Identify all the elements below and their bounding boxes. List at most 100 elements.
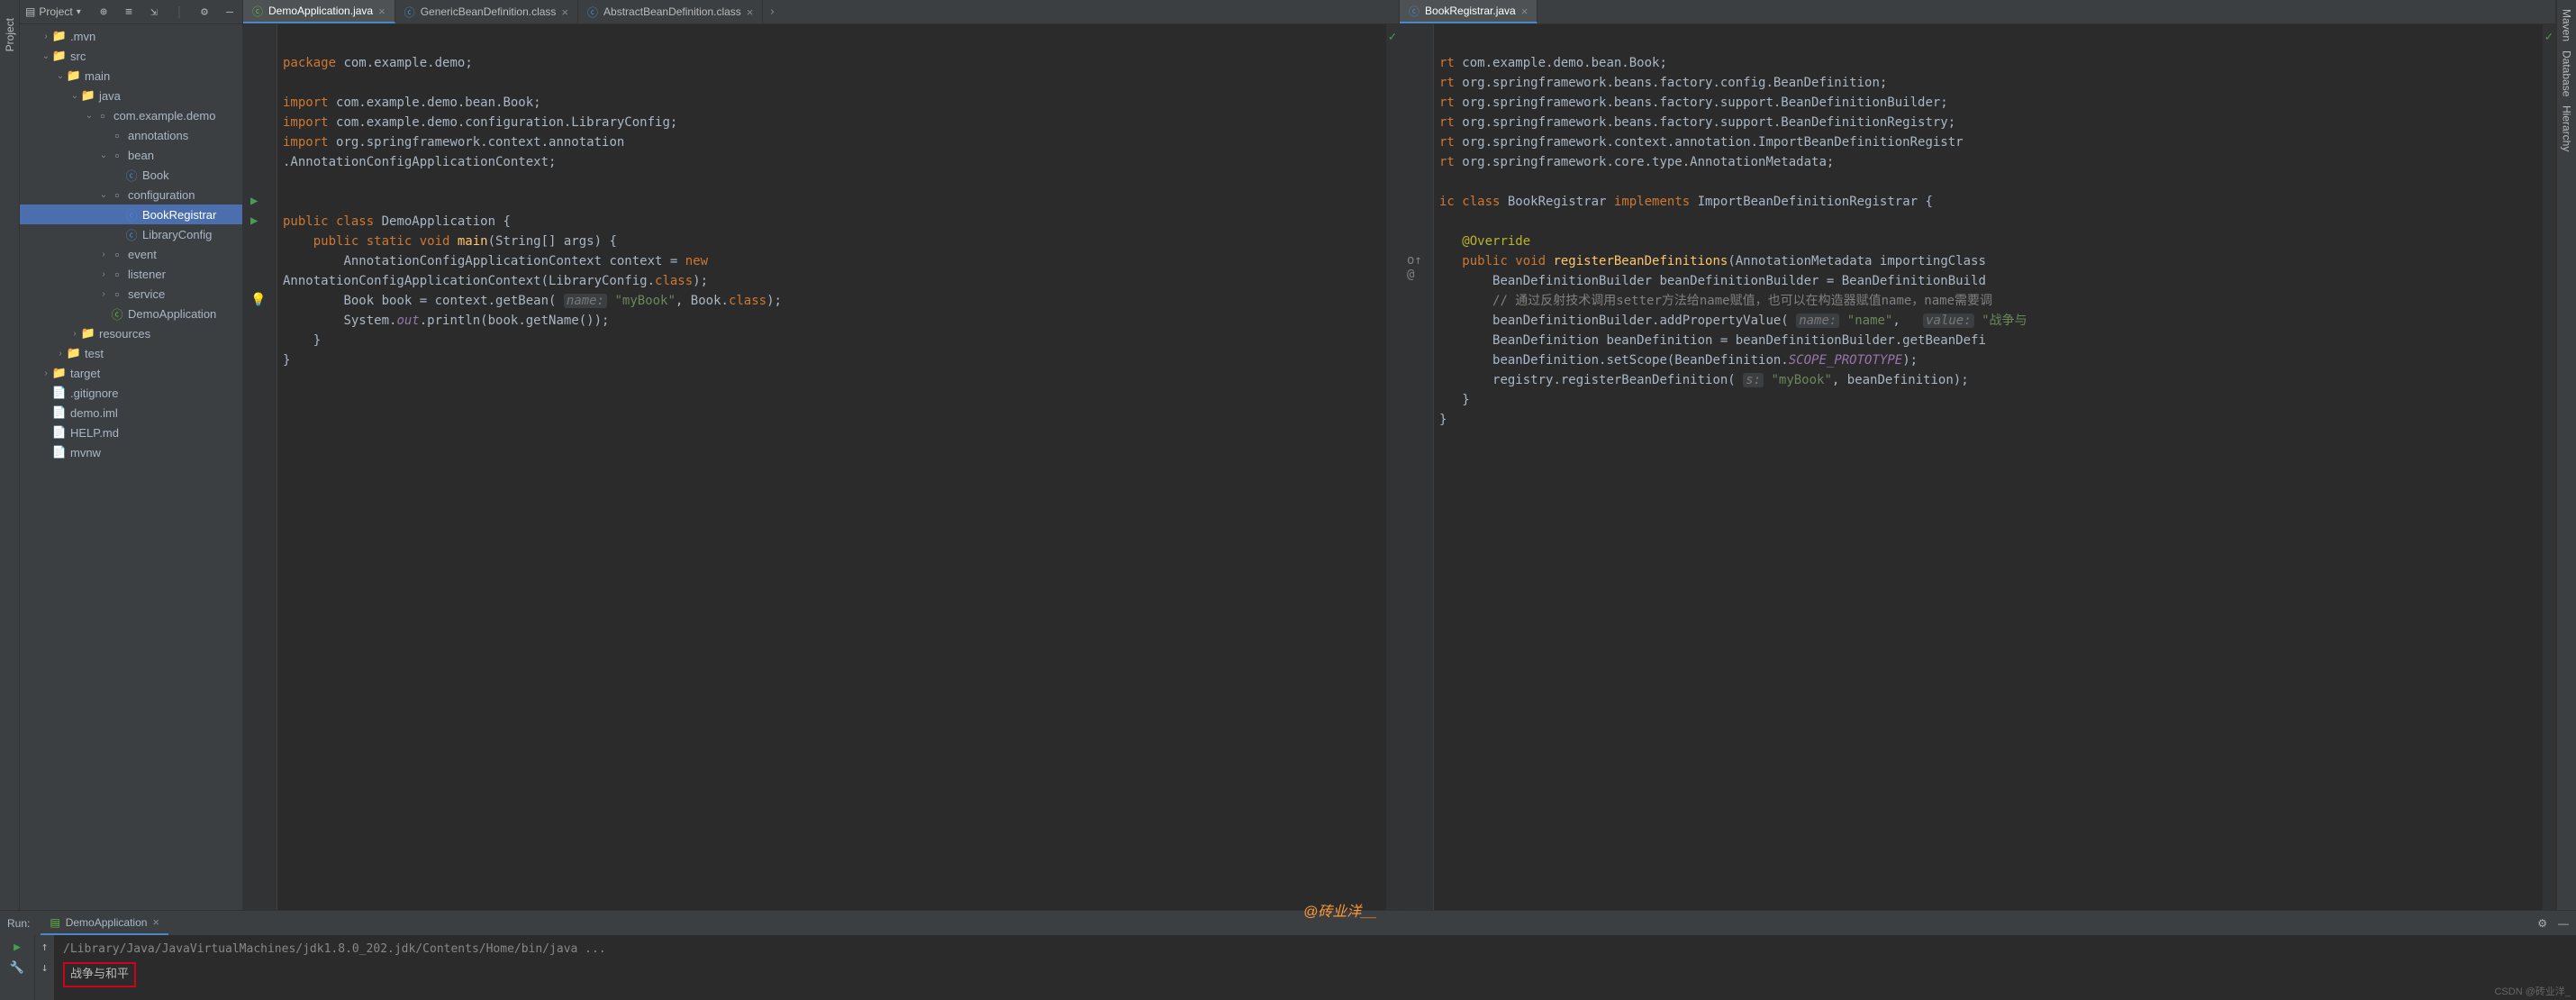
editor-tab-bookregistrar-java[interactable]: ⓒBookRegistrar.java× <box>1400 0 1537 23</box>
gutter-mark-icon[interactable]: o↑ @ <box>1407 253 1433 282</box>
class-icon: ⓒ <box>124 168 139 182</box>
tree-arrow-icon[interactable]: ⌄ <box>83 111 95 121</box>
editor-right-scrollbar[interactable]: ✓ <box>2543 24 2555 910</box>
tree-arrow-icon[interactable]: › <box>40 32 52 41</box>
run-header: Run: ▤ DemoApplication × ⚙ — <box>0 911 2576 935</box>
close-icon[interactable]: × <box>378 5 385 18</box>
editor-right-gutter[interactable]: o↑ @ <box>1400 24 1434 910</box>
gutter-mark-icon[interactable]: ▶ <box>250 194 258 208</box>
class-icon: ⓒ <box>124 207 139 222</box>
tree-item-libraryconfig[interactable]: ⓒLibraryConfig <box>20 224 242 244</box>
class-run-icon: ⓒ <box>252 4 263 19</box>
hide-icon[interactable]: — <box>222 5 237 19</box>
tree-item-bookregistrar[interactable]: ⓒBookRegistrar <box>20 205 242 224</box>
tree-item-annotations[interactable]: ▫annotations <box>20 125 242 145</box>
left-rail-project-label[interactable]: Project <box>4 18 16 51</box>
close-icon[interactable]: × <box>747 5 754 19</box>
tree-arrow-icon[interactable]: › <box>40 368 52 378</box>
collapse-all-icon[interactable]: ⇲ <box>147 5 161 19</box>
tree-item-label: HELP.md <box>70 426 119 440</box>
tree-item-label: target <box>70 367 100 380</box>
tree-arrow-icon[interactable]: ⌄ <box>40 51 52 61</box>
editor-left-scrollbar[interactable]: ✓ <box>1386 24 1399 910</box>
tree-item-java[interactable]: ⌄📁java <box>20 86 242 105</box>
editor-tab-demoapplication-java[interactable]: ⓒDemoApplication.java× <box>243 0 395 23</box>
tree-item-label: resources <box>99 327 150 341</box>
close-icon[interactable]: × <box>561 5 568 19</box>
tree-item-label: annotations <box>128 129 188 142</box>
tree-item-bean[interactable]: ⌄▫bean <box>20 145 242 165</box>
tree-arrow-icon[interactable]: › <box>97 250 110 259</box>
tab-label: AbstractBeanDefinition.class <box>603 5 741 18</box>
tree-item-listener[interactable]: ›▫listener <box>20 264 242 284</box>
tree-arrow-icon[interactable]: ⌄ <box>68 91 81 101</box>
editor-tab-abstractbeandefinition-class[interactable]: ⓒ AbstractBeanDefinition.class × <box>578 0 763 23</box>
tree-item-service[interactable]: ›▫service <box>20 284 242 304</box>
chevron-down-icon[interactable]: ▾ <box>77 7 81 17</box>
tree-item-demoapplication[interactable]: ⓒDemoApplication <box>20 304 242 323</box>
tree-item--gitignore[interactable]: 📄.gitignore <box>20 383 242 403</box>
file-icon: 📄 <box>52 445 67 459</box>
folder-src-icon: 📁 <box>81 88 95 103</box>
tree-item-label: listener <box>128 268 166 281</box>
tree-item-test[interactable]: ›📁test <box>20 343 242 363</box>
tree-arrow-icon[interactable]: › <box>97 269 110 279</box>
run-tab-label: DemoApplication <box>66 916 148 929</box>
tree-item-book[interactable]: ⓒBook <box>20 165 242 185</box>
console-output: 战争与和平 <box>70 968 129 981</box>
editor-right-tabs[interactable]: ⓒBookRegistrar.java× <box>1400 0 2555 24</box>
right-rail[interactable]: Maven Database Hierarchy <box>2556 0 2576 910</box>
gutter-mark-icon[interactable]: ▶ <box>250 214 258 228</box>
right-rail-database[interactable]: Database <box>2561 50 2573 96</box>
tabs-chevron-icon[interactable]: › <box>763 0 781 23</box>
rerun-icon[interactable]: ▶ <box>14 941 21 954</box>
editor-left-tabs[interactable]: ⓒDemoApplication.java×ⓒGenericBeanDefini… <box>243 0 1399 24</box>
tree-item-resources[interactable]: ›📁resources <box>20 323 242 343</box>
run-panel: Run: ▤ DemoApplication × ⚙ — ▶ 🔧 ↑ ↓ /Li… <box>0 910 2576 1000</box>
tree-item-target[interactable]: ›📁target <box>20 363 242 383</box>
tree-arrow-icon[interactable]: › <box>54 349 67 359</box>
editor-left-code[interactable]: package com.example.demo; import com.exa… <box>277 24 1386 910</box>
expand-all-icon[interactable]: ≡ <box>122 5 136 19</box>
hide-icon[interactable]: — <box>2558 917 2569 930</box>
tree-item-configuration[interactable]: ⌄▫configuration <box>20 185 242 205</box>
tree-item-main[interactable]: ⌄📁main <box>20 66 242 86</box>
tree-item-help-md[interactable]: 📄HELP.md <box>20 423 242 442</box>
class-icon: ⓒ <box>587 5 598 20</box>
gear-icon[interactable]: ⚙ <box>197 5 212 19</box>
tree-arrow-icon[interactable]: ⌄ <box>97 190 110 200</box>
close-icon[interactable]: × <box>152 915 159 929</box>
tree-item-com-example-demo[interactable]: ⌄▫com.example.demo <box>20 105 242 125</box>
tree-arrow-icon[interactable]: › <box>97 289 110 299</box>
right-rail-maven[interactable]: Maven <box>2561 9 2573 41</box>
tree-item-label: .gitignore <box>70 386 118 400</box>
tree-item-label: test <box>85 347 104 360</box>
run-tab[interactable]: ▤ DemoApplication × <box>41 911 168 935</box>
folder-icon: 📁 <box>52 29 67 43</box>
close-icon[interactable]: × <box>1521 5 1528 18</box>
gear-icon[interactable]: ⚙ <box>2537 917 2547 930</box>
editor-tab-genericbeandefinition-class[interactable]: ⓒGenericBeanDefinition.class× <box>395 0 578 23</box>
tree-arrow-icon[interactable]: ⌄ <box>97 150 110 160</box>
down-arrow-icon[interactable]: ↓ <box>41 961 49 975</box>
tree-item--mvn[interactable]: ›📁.mvn <box>20 26 242 46</box>
left-rail[interactable]: Project <box>0 0 20 910</box>
editor-right-code[interactable]: rt com.example.demo.bean.Book; rt org.sp… <box>1434 24 2543 910</box>
tree-item-event[interactable]: ›▫event <box>20 244 242 264</box>
up-arrow-icon[interactable]: ↑ <box>41 941 49 954</box>
right-rail-hierarchy[interactable]: Hierarchy <box>2561 105 2573 151</box>
project-tree[interactable]: ›📁.mvn⌄📁src⌄📁main⌄📁java⌄▫com.example.dem… <box>20 24 242 910</box>
run-console[interactable]: /Library/Java/JavaVirtualMachines/jdk1.8… <box>54 935 2576 1000</box>
wrench-icon[interactable]: 🔧 <box>10 961 24 975</box>
tree-item-demo-iml[interactable]: 📄demo.iml <box>20 403 242 423</box>
locate-icon[interactable]: ⊕ <box>96 5 111 19</box>
gutter-mark-icon[interactable]: 💡 <box>250 293 266 307</box>
tree-item-src[interactable]: ⌄📁src <box>20 46 242 66</box>
editor-left-gutter[interactable]: ▶ ▶ 💡 <box>243 24 277 910</box>
tree-item-label: configuration <box>128 188 195 202</box>
tree-item-label: event <box>128 248 157 261</box>
tree-arrow-icon[interactable]: › <box>68 329 81 339</box>
tree-item-label: Book <box>142 168 169 182</box>
tree-arrow-icon[interactable]: ⌄ <box>54 71 67 81</box>
tree-item-mvnw[interactable]: 📄mvnw <box>20 442 242 462</box>
